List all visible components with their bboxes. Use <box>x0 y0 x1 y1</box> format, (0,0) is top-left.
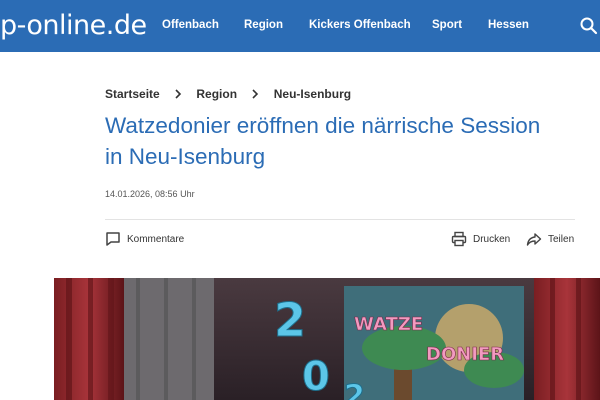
divider <box>105 219 575 220</box>
banner-text-line2: DONIER <box>426 344 504 365</box>
chevron-right-icon <box>175 89 182 99</box>
breadcrumb-neu-isenburg[interactable]: Neu-Isenburg <box>274 87 351 101</box>
comments-label: Kommentare <box>127 233 185 245</box>
stage-photo: WATZE DONIER 2 0 2 <box>54 278 600 400</box>
nav-item-offenbach[interactable]: Offenbach <box>162 19 219 31</box>
nav-item-kickers-offenbach[interactable]: Kickers Offenbach <box>309 19 411 31</box>
article-hero-image[interactable]: WATZE DONIER 2 0 2 <box>54 278 600 400</box>
page-title-line1: Watzedonier eröffnen die närrische Sessi… <box>105 113 541 138</box>
page-title: Watzedonier eröffnen die närrische Sessi… <box>105 110 585 172</box>
site-logo[interactable]: p-online.de <box>0 9 147 43</box>
share-button[interactable]: Teilen <box>526 229 574 249</box>
printer-icon <box>451 231 467 247</box>
breadcrumb: Startseite Region Neu-Isenburg <box>105 86 351 101</box>
comment-icon <box>106 232 120 246</box>
page-title-line2: in Neu-Isenburg <box>105 144 266 169</box>
breadcrumb-region[interactable]: Region <box>196 87 237 101</box>
share-label: Teilen <box>548 233 575 245</box>
nav-item-hessen[interactable]: Hessen <box>488 19 529 31</box>
comments-button[interactable]: Kommentare <box>105 229 184 249</box>
print-button[interactable]: Drucken <box>451 229 510 249</box>
nav-item-region[interactable]: Region <box>244 19 283 31</box>
breadcrumb-startseite[interactable]: Startseite <box>105 87 160 101</box>
balloon-digit-1: 2 <box>274 293 306 347</box>
balloon-digit-3: 2 <box>344 379 365 400</box>
publish-timestamp: 14.01.2026, 08:56 Uhr <box>105 189 195 199</box>
nav-item-sport[interactable]: Sport <box>432 19 462 31</box>
site-header: p-online.de Offenbach Region Kickers Off… <box>0 0 600 52</box>
balloon-digit-2: 0 <box>302 354 330 400</box>
banner-text-line1: WATZE <box>354 314 423 335</box>
chevron-right-icon <box>252 89 259 99</box>
search-icon[interactable] <box>579 16 599 36</box>
share-icon <box>526 233 542 246</box>
print-label: Drucken <box>473 233 511 245</box>
